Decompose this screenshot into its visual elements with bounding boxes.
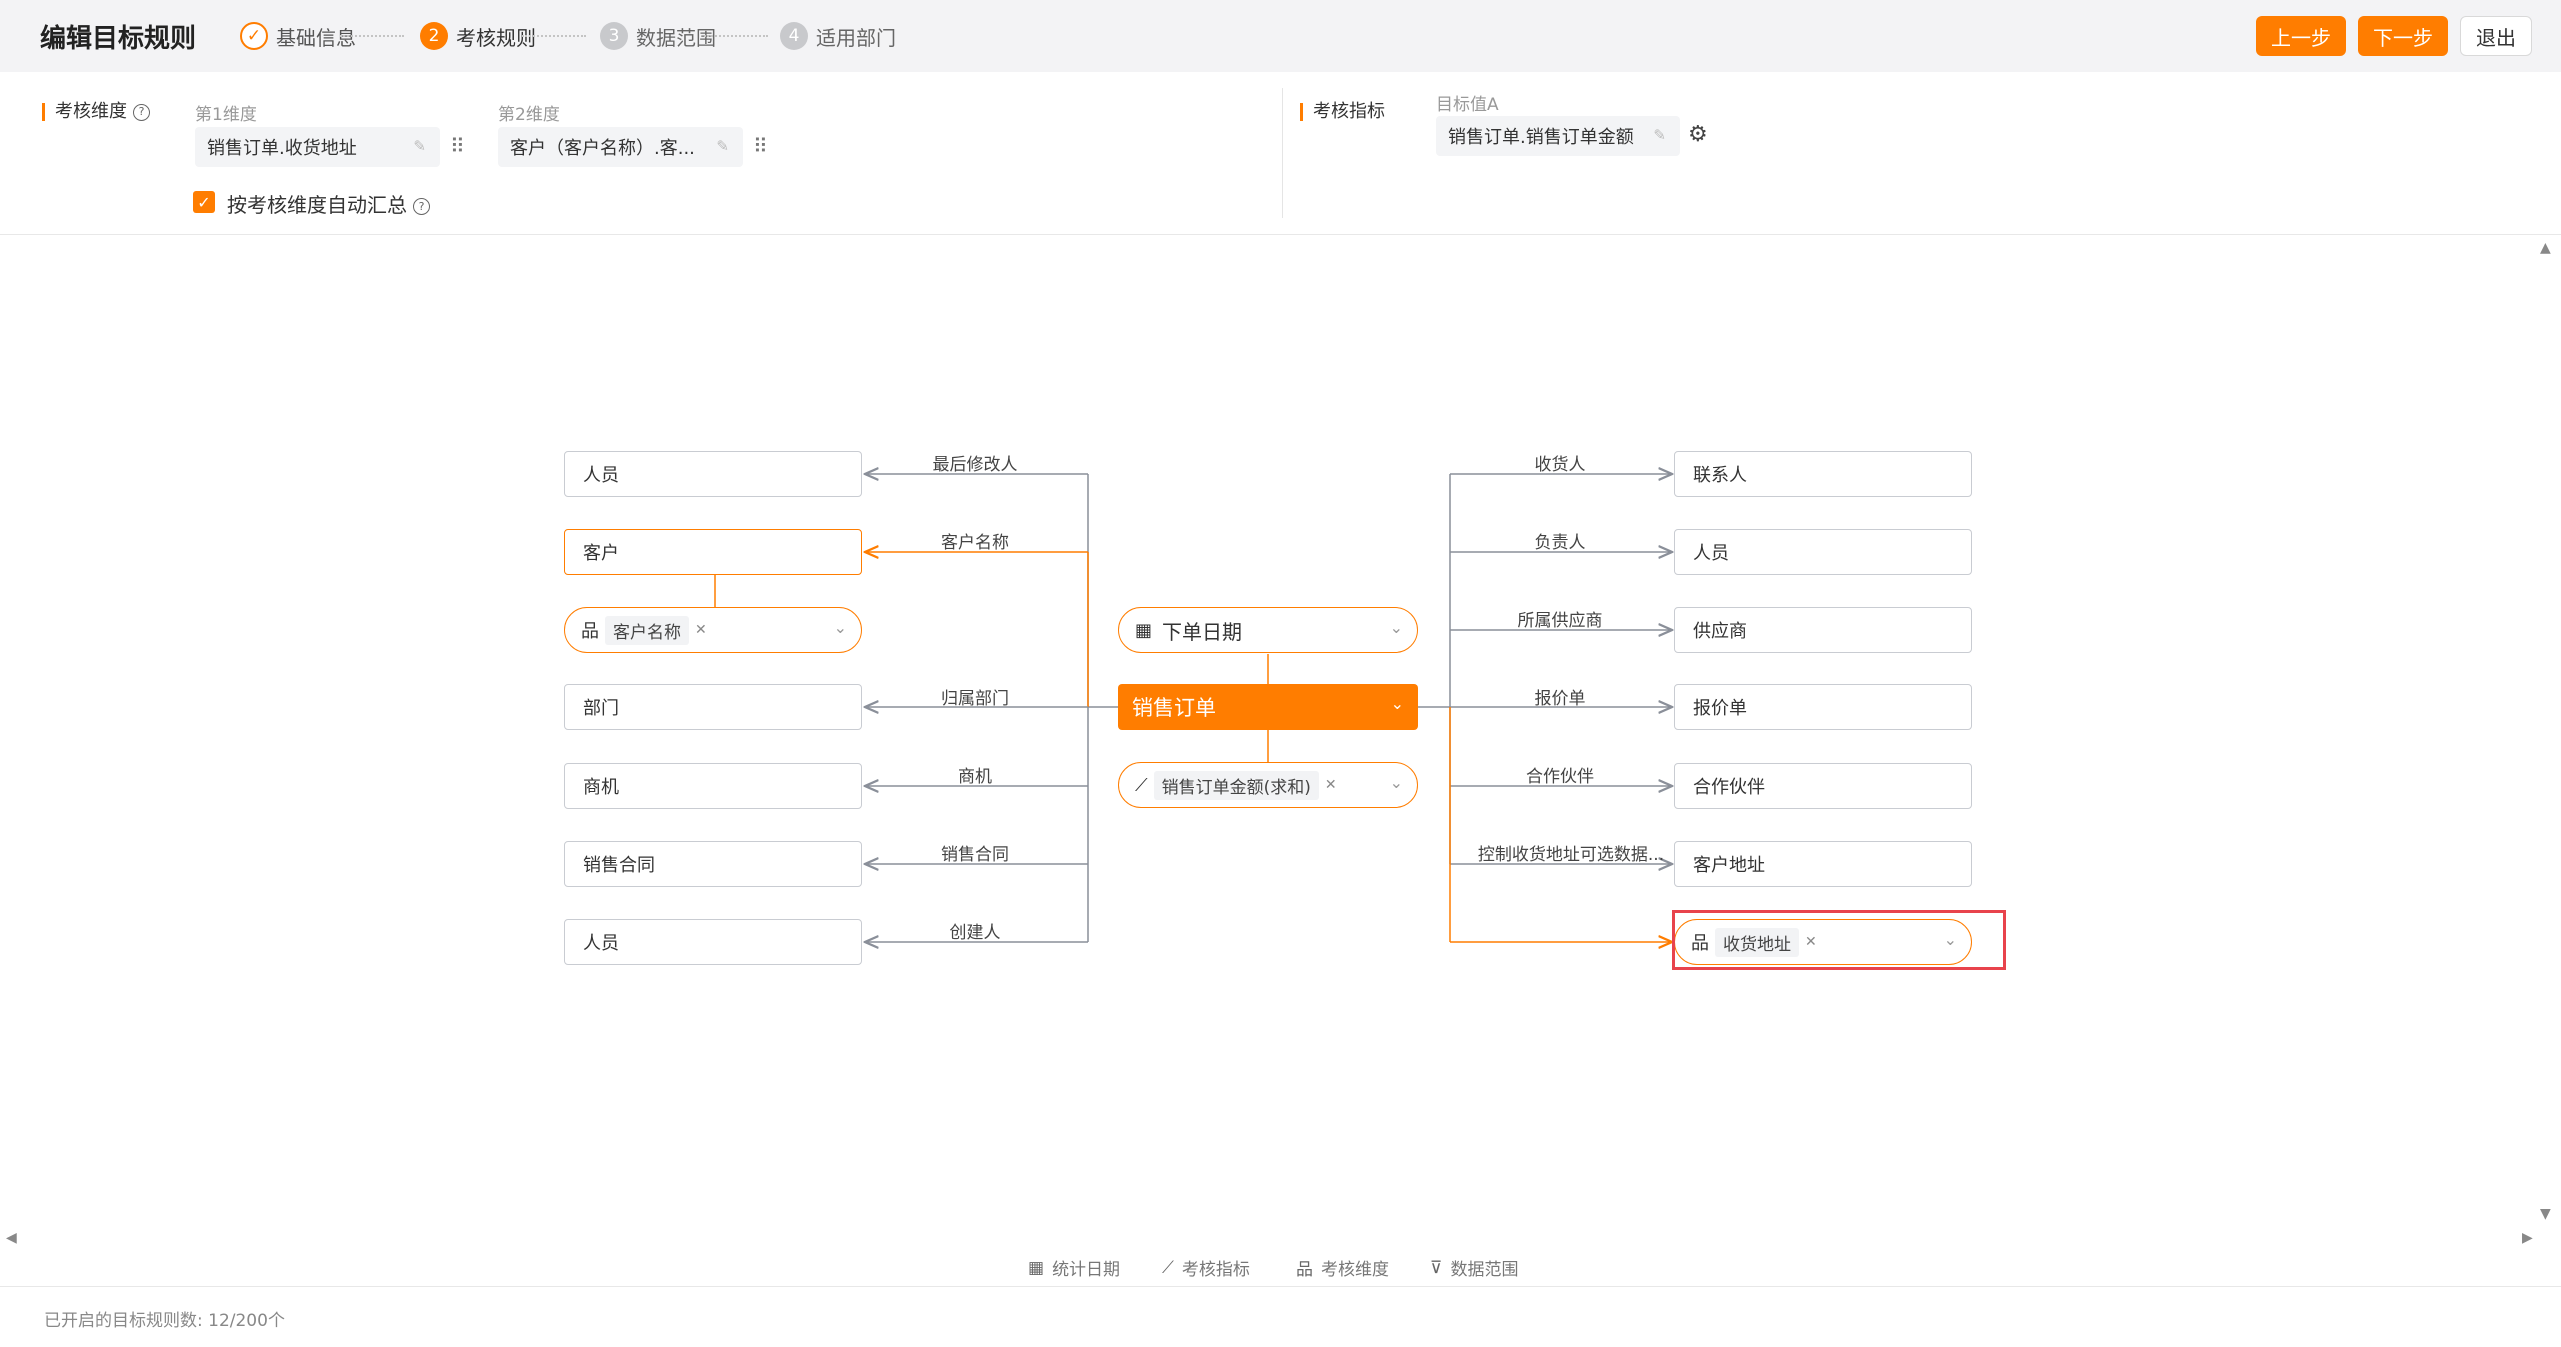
toolbar-dimension[interactable]: 品 考核维度 xyxy=(1296,1255,1389,1280)
node-person[interactable]: 人员 xyxy=(1674,529,1972,575)
toolbar-label: 统计日期 xyxy=(1052,1260,1121,1280)
node-customer[interactable]: 客户 xyxy=(564,529,862,575)
toolbar-data-scope[interactable]: ⊽ 数据范围 xyxy=(1430,1255,1519,1281)
edge-label: 收货人 xyxy=(1534,455,1586,475)
chart-line-icon: ⟋ xyxy=(1135,774,1148,796)
hierarchy-icon: 品 xyxy=(1296,1260,1313,1280)
filter-icon: ⊽ xyxy=(1430,1257,1443,1278)
toolbar-label: 考核维度 xyxy=(1321,1260,1389,1280)
dimension-tag: 客户名称 xyxy=(605,615,689,645)
edge-label: 商机 xyxy=(958,767,992,787)
edge-label: 销售合同 xyxy=(941,845,1009,865)
edge-label: 所属供应商 xyxy=(1517,611,1603,631)
edge-label: 客户名称 xyxy=(941,533,1009,553)
calendar-icon: ▦ xyxy=(1135,619,1153,641)
node-sales-contract[interactable]: 销售合同 xyxy=(564,841,862,887)
remove-tag-icon[interactable]: ✕ xyxy=(1325,777,1337,793)
node-department[interactable]: 部门 xyxy=(564,684,862,730)
node-person[interactable]: 人员 xyxy=(564,919,862,965)
node-supplier[interactable]: 供应商 xyxy=(1674,607,1972,653)
date-label: 下单日期 xyxy=(1162,619,1243,644)
center-node-label: 销售订单 xyxy=(1132,696,1216,720)
calendar-icon: ▦ xyxy=(1028,1257,1045,1278)
chart-line-icon: ⟋ xyxy=(1162,1257,1174,1278)
toolbar-stat-date[interactable]: ▦ 统计日期 xyxy=(1028,1255,1121,1281)
edge-label: 合作伙伴 xyxy=(1526,767,1594,787)
metric-tag: 销售订单金额(求和) xyxy=(1153,770,1319,800)
chevron-down-icon[interactable]: ⌄ xyxy=(1391,694,1404,713)
scroll-right-icon[interactable]: ▶ xyxy=(2522,1230,2533,1246)
node-person[interactable]: 人员 xyxy=(564,451,862,497)
scroll-up-icon[interactable]: ▲ xyxy=(2540,240,2551,256)
toolbar-label: 数据范围 xyxy=(1450,1260,1519,1280)
remove-tag-icon[interactable]: ✕ xyxy=(695,622,707,638)
edge-label: 最后修改人 xyxy=(932,455,1018,475)
footer-divider xyxy=(0,1286,2561,1287)
chevron-down-icon[interactable]: ⌄ xyxy=(834,618,847,637)
edge-label: 报价单 xyxy=(1534,689,1586,709)
node-opportunity[interactable]: 商机 xyxy=(564,763,862,809)
toolbar-label: 考核指标 xyxy=(1181,1260,1250,1280)
edge-label: 负责人 xyxy=(1534,533,1586,553)
scroll-down-icon[interactable]: ▼ xyxy=(2540,1206,2551,1222)
edge-label: 归属部门 xyxy=(941,689,1009,709)
date-select[interactable]: ▦ 下单日期 ⌄ xyxy=(1118,607,1418,653)
highlight-box xyxy=(1672,910,2006,970)
node-partner[interactable]: 合作伙伴 xyxy=(1674,763,1972,809)
toolbar-indicator[interactable]: ⟋ 考核指标 xyxy=(1162,1255,1250,1281)
connector-lines xyxy=(714,0,2561,1347)
metric-select[interactable]: ⟋ 销售订单金额(求和) ✕ ⌄ xyxy=(1118,762,1418,808)
edge-label: 控制收货地址可选数据... xyxy=(1477,845,1665,865)
node-quotation[interactable]: 报价单 xyxy=(1674,684,1972,730)
node-contact[interactable]: 联系人 xyxy=(1674,451,1972,497)
center-node-sales-order[interactable]: 销售订单 ⌄ xyxy=(1118,684,1418,730)
hierarchy-icon: 品 xyxy=(581,621,599,642)
rule-count-status: 已开启的目标规则数: 12/200个 xyxy=(44,1311,285,1331)
chevron-down-icon[interactable]: ⌄ xyxy=(1390,618,1403,637)
edge-label: 创建人 xyxy=(949,923,1001,943)
chevron-down-icon[interactable]: ⌄ xyxy=(1390,773,1403,792)
node-customer-address[interactable]: 客户地址 xyxy=(1674,841,1972,887)
customer-dimension-select[interactable]: 品 客户名称 ✕ ⌄ xyxy=(564,607,862,653)
scroll-left-icon[interactable]: ◀ xyxy=(6,1230,17,1246)
